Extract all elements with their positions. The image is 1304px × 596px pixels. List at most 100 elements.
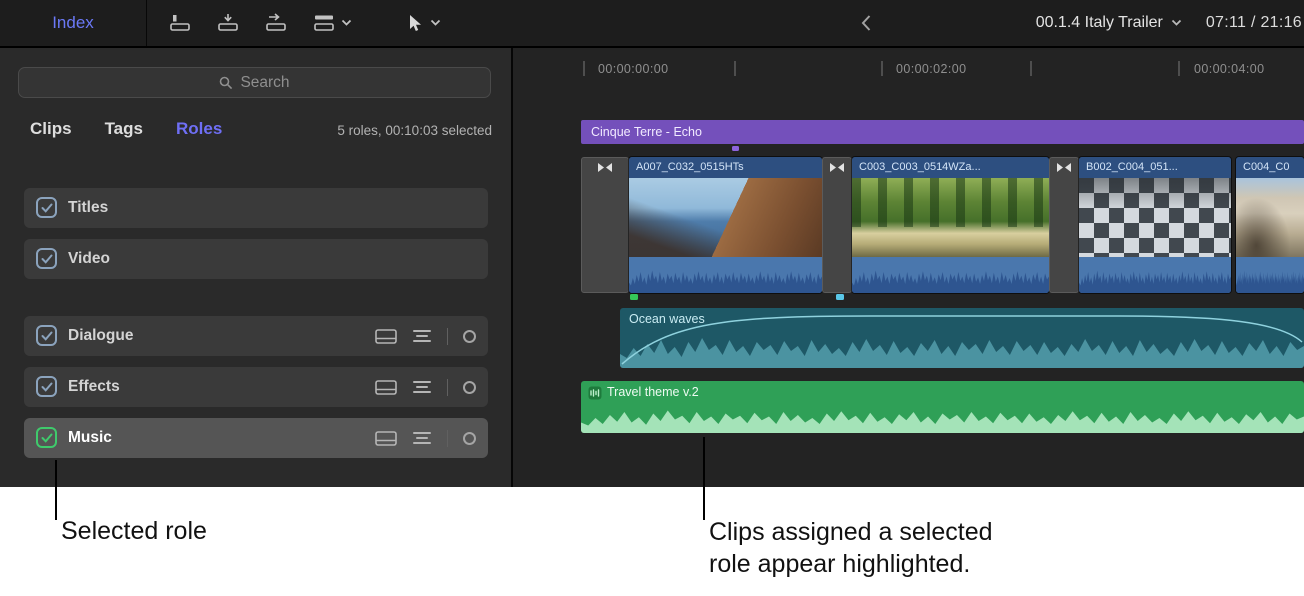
clip-name: A007_C032_0515HTs xyxy=(629,157,822,178)
toolbar: Index xyxy=(0,0,1304,48)
ruler-tick xyxy=(881,61,883,76)
role-row-controls xyxy=(375,418,476,458)
callout-line-left xyxy=(55,460,57,520)
timeline-area[interactable]: 00:00:00:00 00:00:02:00 00:00:04:00 Cinq… xyxy=(513,48,1304,487)
tool-chevron-icon xyxy=(430,19,441,27)
audio-lanes-icon[interactable] xyxy=(375,329,397,344)
ruler-tick xyxy=(583,61,585,76)
clip-marker-green xyxy=(630,294,638,300)
transition-icon xyxy=(829,163,845,172)
clip-audio-waveform xyxy=(1079,257,1231,293)
volume-envelope xyxy=(620,308,1304,368)
callout-line-2: role appear highlighted. xyxy=(709,549,993,581)
circle-indicator-icon[interactable] xyxy=(463,432,476,445)
clip-name: Travel theme v.2 xyxy=(607,385,699,399)
edit-options-chevron-icon[interactable] xyxy=(341,19,352,27)
timecode-display: 07:11 / 21:16 xyxy=(1206,14,1302,32)
project-title[interactable]: 00.1.4 Italy Trailer xyxy=(1036,14,1163,32)
role-row-effects[interactable]: Effects xyxy=(24,367,488,407)
video-clip-2[interactable]: C003_C003_0514WZa... xyxy=(852,157,1049,293)
ruler-tick xyxy=(734,61,736,76)
tab-roles[interactable]: Roles xyxy=(176,119,222,139)
audio-clip-travel-theme[interactable]: Travel theme v.2 xyxy=(581,381,1304,433)
role-row-music[interactable]: Music xyxy=(24,418,488,458)
focus-lines-icon[interactable] xyxy=(412,329,432,343)
clip-audio-waveform xyxy=(852,257,1049,293)
callout-text-selected-role: Selected role xyxy=(61,517,207,546)
role-row-controls xyxy=(375,367,476,407)
ruler-tick xyxy=(1030,61,1032,76)
pointer-tool-icon xyxy=(406,14,422,32)
index-button[interactable]: Index xyxy=(0,0,147,46)
role-checkbox[interactable] xyxy=(36,376,57,397)
role-checkbox-selected[interactable] xyxy=(36,427,57,448)
title-clip[interactable]: Cinque Terre - Echo xyxy=(581,120,1304,144)
ruler-tick xyxy=(1178,61,1180,76)
callout-text-highlighted-clips: Clips assigned a selected role appear hi… xyxy=(709,517,993,580)
overwrite-edit-icon[interactable] xyxy=(312,13,336,33)
transition-clip[interactable] xyxy=(581,157,629,293)
video-clip-1[interactable]: A007_C032_0515HTs xyxy=(629,157,822,293)
search-input[interactable]: Search xyxy=(18,67,491,98)
circle-indicator-icon[interactable] xyxy=(463,330,476,343)
search-icon xyxy=(219,76,233,90)
search-placeholder: Search xyxy=(240,74,289,92)
role-label: Effects xyxy=(68,367,120,407)
callout-line-right xyxy=(703,437,705,520)
audio-lanes-icon[interactable] xyxy=(375,380,397,395)
role-checkbox[interactable] xyxy=(36,197,57,218)
ruler-label: 00:00:00:00 xyxy=(598,62,668,76)
focus-lines-icon[interactable] xyxy=(412,380,432,394)
focus-lines-icon[interactable] xyxy=(412,431,432,445)
callout-line-1: Clips assigned a selected xyxy=(709,517,993,549)
fcp-window: Index xyxy=(0,0,1304,596)
transition-icon xyxy=(1056,163,1072,172)
clip-thumbnail xyxy=(1236,178,1304,257)
role-label: Titles xyxy=(68,188,108,228)
video-clip-3[interactable]: B002_C004_051... xyxy=(1079,157,1231,293)
tool-selector[interactable] xyxy=(406,0,441,46)
clip-name: Ocean waves xyxy=(629,312,705,326)
tab-clips[interactable]: Clips xyxy=(30,119,72,139)
role-row-dialogue[interactable]: Dialogue xyxy=(24,316,488,356)
index-tabs: Clips Tags Roles xyxy=(30,119,222,139)
append-edit-icon[interactable] xyxy=(264,13,288,33)
clip-name: C004_C0 xyxy=(1236,157,1304,178)
project-chevron-icon[interactable] xyxy=(1171,19,1182,27)
video-clip-4[interactable]: C004_C0 xyxy=(1236,157,1304,293)
divider xyxy=(447,328,448,345)
clip-thumbnail xyxy=(1079,178,1231,257)
transition-clip[interactable] xyxy=(1049,157,1079,293)
clip-thumbnail xyxy=(629,178,822,257)
audio-clip-ocean-waves[interactable]: Ocean waves xyxy=(620,308,1304,368)
role-checkbox[interactable] xyxy=(36,248,57,269)
role-checkbox[interactable] xyxy=(36,325,57,346)
insert-edit-icon[interactable] xyxy=(216,13,240,33)
role-row-titles[interactable]: Titles xyxy=(24,188,488,228)
role-row-video[interactable]: Video xyxy=(24,239,488,279)
audio-lanes-icon[interactable] xyxy=(375,431,397,446)
clip-marker-purple xyxy=(732,146,739,151)
clip-marker-cyan xyxy=(836,294,844,300)
clip-name: C003_C003_0514WZa... xyxy=(852,157,1049,178)
ruler-label: 00:00:04:00 xyxy=(1194,62,1264,76)
divider xyxy=(447,379,448,396)
clip-audio-waveform xyxy=(1236,257,1304,293)
back-chevron-icon[interactable] xyxy=(860,0,872,46)
connect-edit-icon[interactable] xyxy=(168,13,192,33)
role-label: Dialogue xyxy=(68,316,133,356)
divider xyxy=(447,430,448,447)
music-clip-badge-icon xyxy=(588,386,602,400)
edit-buttons-group xyxy=(168,0,352,46)
transition-icon xyxy=(597,163,613,172)
toolbar-right: 00.1.4 Italy Trailer 07:11 / 21:16 xyxy=(1036,0,1302,46)
waveform xyxy=(581,403,1304,433)
timeline-index-panel: Search Clips Tags Roles 5 roles, 00:10:0… xyxy=(0,48,513,487)
clip-name: B002_C004_051... xyxy=(1079,157,1231,178)
transition-clip[interactable] xyxy=(822,157,852,293)
circle-indicator-icon[interactable] xyxy=(463,381,476,394)
tab-tags[interactable]: Tags xyxy=(105,119,143,139)
ruler-label: 00:00:02:00 xyxy=(896,62,966,76)
role-row-controls xyxy=(375,316,476,356)
role-label: Video xyxy=(68,239,110,279)
